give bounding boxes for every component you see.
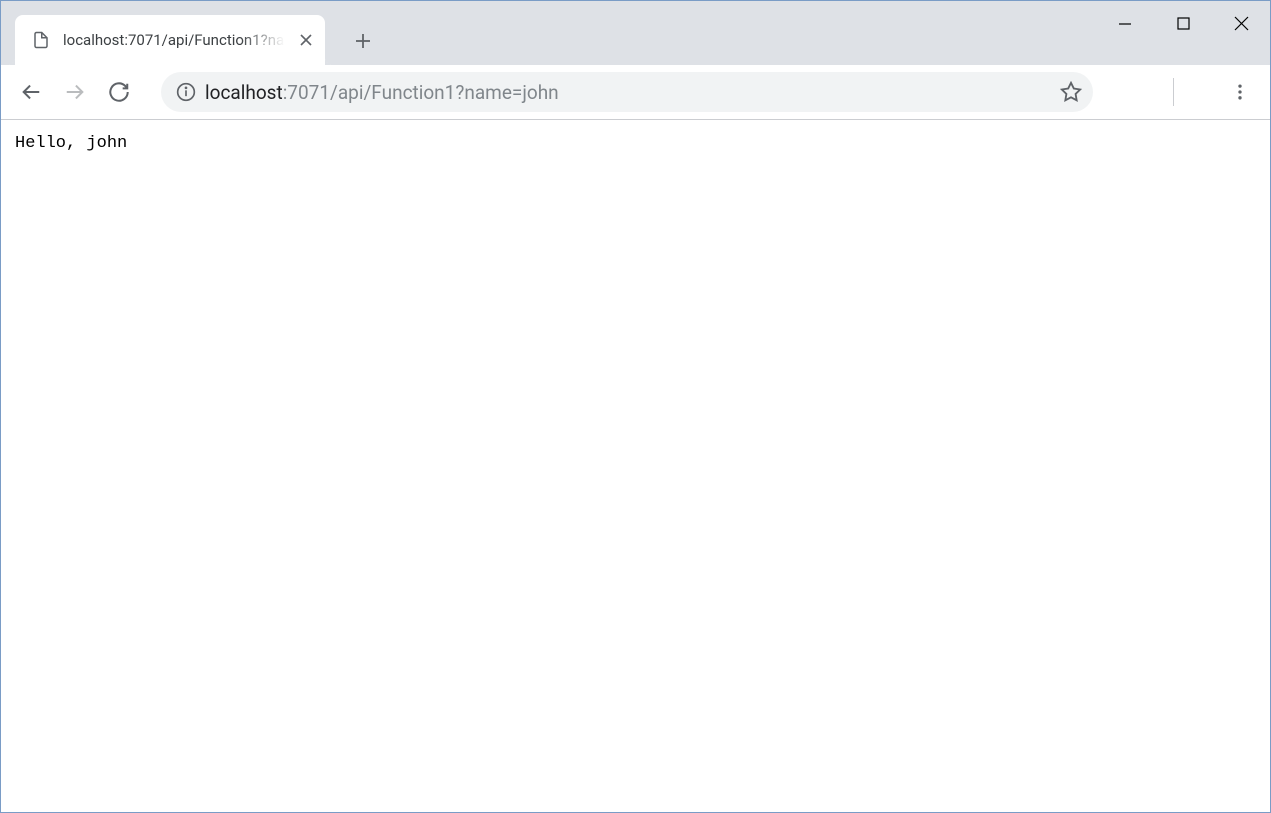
tab-strip: localhost:7071/api/Function1?name=john — [1, 1, 381, 65]
toolbar-separator — [1173, 78, 1174, 106]
address-bar[interactable]: localhost:7071/api/Function1?name=john — [161, 72, 1093, 112]
menu-button[interactable] — [1220, 72, 1260, 112]
tab-title: localhost:7071/api/Function1?name=john — [63, 31, 285, 49]
forward-button[interactable] — [55, 72, 95, 112]
back-button[interactable] — [11, 72, 51, 112]
response-text: Hello, john — [15, 134, 127, 153]
url-text: localhost:7071/api/Function1?name=john — [205, 81, 1049, 104]
site-info-icon[interactable] — [175, 81, 197, 103]
toolbar: localhost:7071/api/Function1?name=john — [1, 65, 1270, 120]
window-controls — [1096, 1, 1270, 65]
minimize-button[interactable] — [1096, 1, 1154, 46]
close-tab-button[interactable] — [297, 31, 315, 49]
url-path: :7071/api/Function1?name=john — [283, 81, 559, 104]
titlebar: localhost:7071/api/Function1?name=john — [1, 1, 1270, 65]
browser-chrome: localhost:7071/api/Function1?name=john — [1, 1, 1270, 120]
maximize-button[interactable] — [1154, 1, 1212, 46]
reload-button[interactable] — [99, 72, 139, 112]
close-window-button[interactable] — [1212, 1, 1270, 46]
active-tab[interactable]: localhost:7071/api/Function1?name=john — [15, 15, 325, 65]
file-icon — [31, 30, 51, 50]
bookmark-button[interactable] — [1057, 78, 1085, 106]
new-tab-button[interactable] — [345, 23, 381, 59]
url-host: localhost — [205, 81, 283, 104]
page-content: Hello, john — [1, 120, 1270, 167]
